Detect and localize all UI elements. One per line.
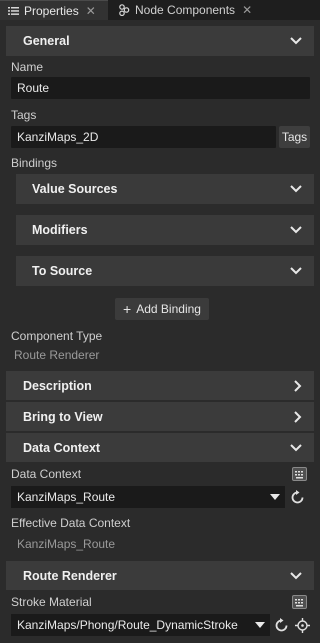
tags-field[interactable]: KanziMaps_2D <box>11 126 276 148</box>
section-route-renderer[interactable]: Route Renderer <box>6 561 314 590</box>
dropdown-arrow-icon <box>270 494 280 500</box>
reset-icon[interactable] <box>272 616 290 634</box>
chevron-down-icon <box>290 182 302 196</box>
chevron-down-icon <box>290 223 302 237</box>
section-title: Description <box>23 378 92 393</box>
chevron-down-icon <box>290 443 302 452</box>
subsection-title: To Source <box>32 264 93 278</box>
subsection-title: Modifiers <box>32 223 88 237</box>
component-type-label: Component Type <box>11 329 103 343</box>
chevron-right-icon <box>294 410 302 423</box>
value-sources-header[interactable]: Value Sources <box>16 174 314 204</box>
reset-icon[interactable] <box>288 488 306 506</box>
crosshair-icon[interactable] <box>293 616 311 634</box>
data-context-value: KanziMaps_Route <box>17 490 116 504</box>
section-title: General <box>23 34 70 48</box>
resource-picker-icon[interactable] <box>291 594 308 610</box>
tab-node-components[interactable]: Node Components ✕ <box>110 0 260 20</box>
tags-button[interactable]: Tags <box>279 126 310 148</box>
close-icon[interactable]: ✕ <box>86 4 96 18</box>
list-icon <box>8 6 19 16</box>
add-binding-button[interactable]: + Add Binding <box>115 298 209 320</box>
section-description[interactable]: Description <box>6 371 314 400</box>
modifiers-header[interactable]: Modifiers <box>16 215 314 245</box>
chevron-down-icon <box>290 571 302 580</box>
tab-label: Properties <box>24 3 79 18</box>
data-context-label: Data Context <box>11 467 82 481</box>
bindings-label: Bindings <box>11 156 58 170</box>
chevron-right-icon <box>294 379 302 392</box>
section-data-context[interactable]: Data Context <box>6 433 314 462</box>
tags-label: Tags <box>11 108 37 122</box>
to-source-header[interactable]: To Source <box>16 256 314 286</box>
component-type-value: Route Renderer <box>14 348 100 362</box>
stroke-material-label: Stroke Material <box>11 595 92 609</box>
component-icon <box>118 4 130 16</box>
stroke-material-value: KanziMaps/Phong/Route_DynamicStroke <box>17 618 238 632</box>
chevron-down-icon <box>290 264 302 278</box>
stroke-material-dropdown[interactable]: KanziMaps/Phong/Route_DynamicStroke <box>11 614 270 636</box>
effective-data-context-label: Effective Data Context <box>11 516 131 530</box>
effective-data-context-value: KanziMaps_Route <box>17 537 116 551</box>
tab-label: Node Components <box>135 3 236 17</box>
resource-picker-icon[interactable] <box>291 466 308 482</box>
tab-properties[interactable]: Properties ✕ <box>0 0 108 20</box>
section-general[interactable]: General <box>6 26 314 56</box>
data-context-dropdown[interactable]: KanziMaps_Route <box>11 486 285 508</box>
section-title: Route Renderer <box>23 568 117 583</box>
name-field[interactable]: Route <box>11 77 310 99</box>
subsection-title: Value Sources <box>32 182 118 196</box>
name-label: Name <box>11 60 44 74</box>
dropdown-arrow-icon <box>255 622 265 628</box>
section-title: Data Context <box>23 440 101 455</box>
section-bring-to-view[interactable]: Bring to View <box>6 402 314 431</box>
plus-icon: + <box>123 301 132 317</box>
chevron-down-icon <box>290 37 302 45</box>
add-binding-label: Add Binding <box>136 302 201 316</box>
close-icon[interactable]: ✕ <box>242 3 252 17</box>
section-title: Bring to View <box>23 409 103 424</box>
